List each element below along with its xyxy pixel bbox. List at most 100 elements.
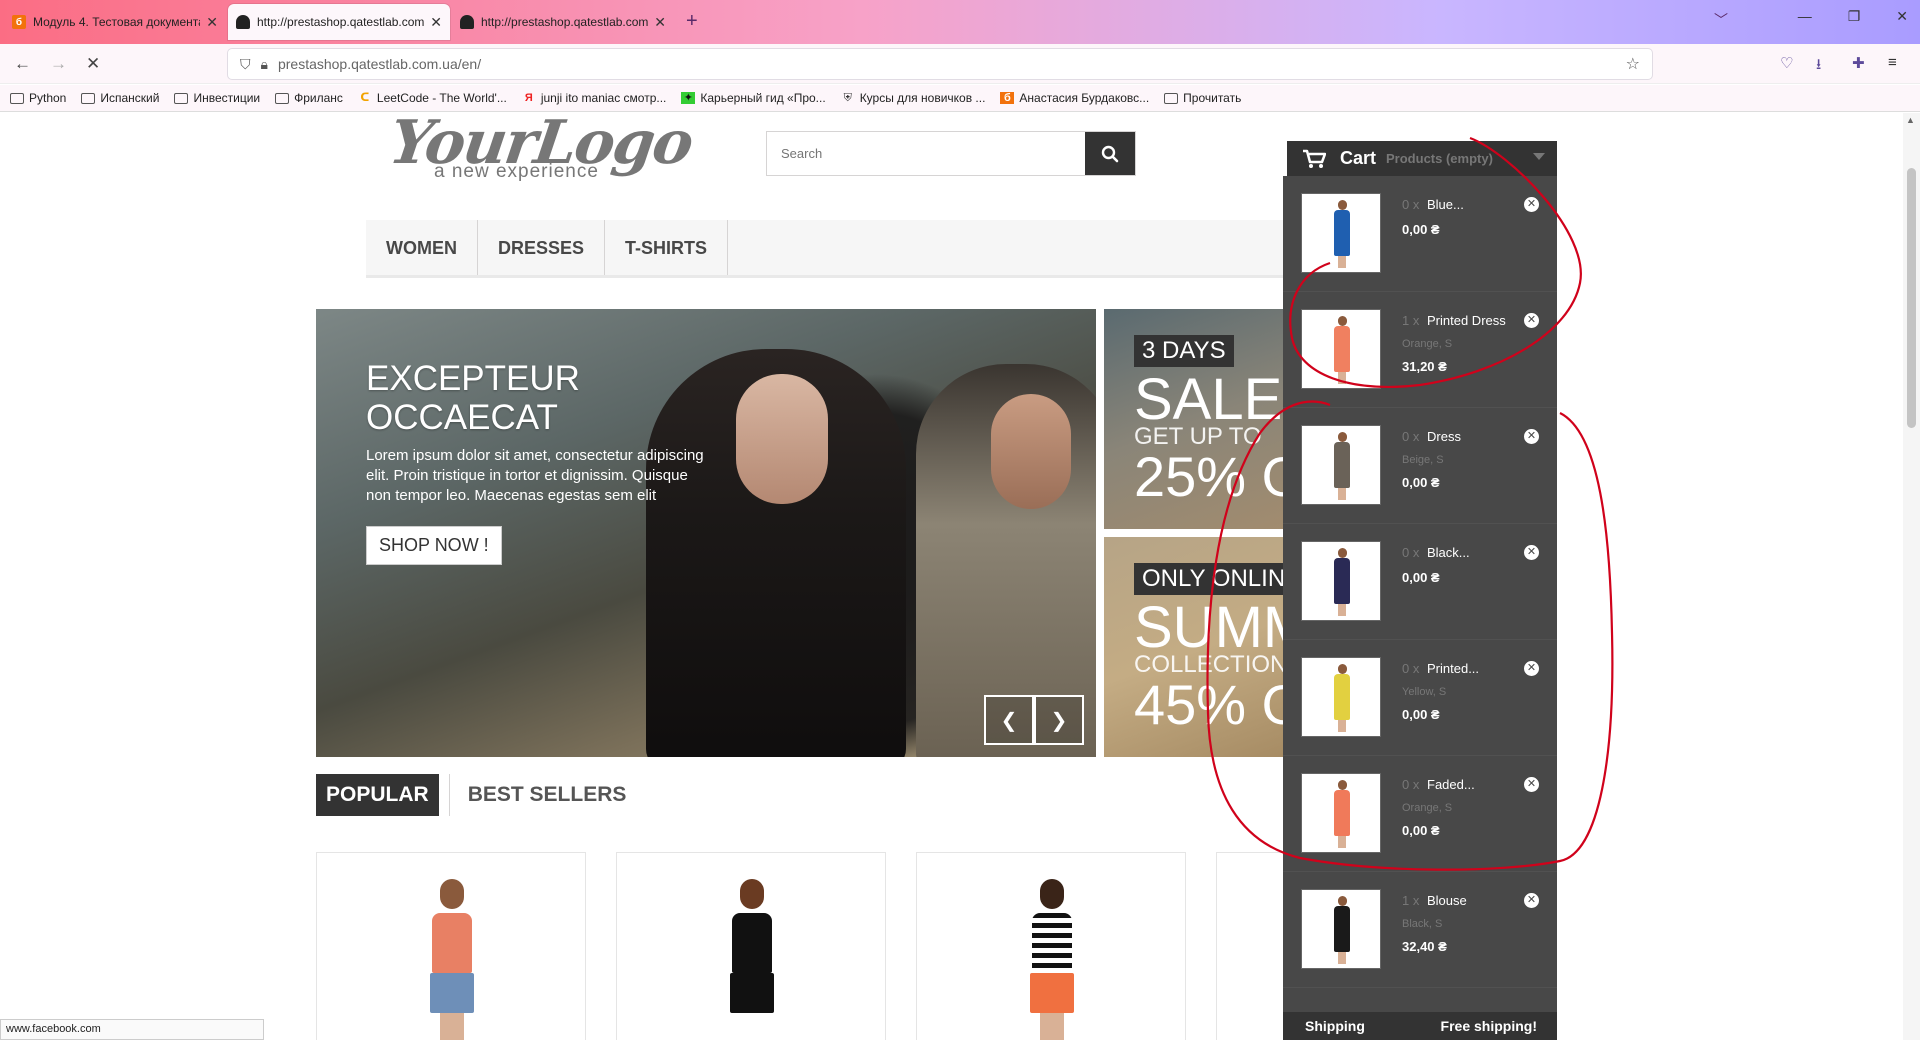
- tab-favicon-icon: [460, 15, 474, 29]
- pocket-icon[interactable]: ♡: [1780, 54, 1793, 72]
- bookmark-item[interactable]: б Анастасия Бурдаковс...: [1000, 91, 1149, 105]
- shipping-value: Free shipping!: [1440, 1018, 1537, 1034]
- menu-item-dresses[interactable]: DRESSES: [478, 220, 606, 275]
- remove-item-icon[interactable]: ✕: [1524, 197, 1539, 212]
- tab-close-icon[interactable]: ✕: [430, 14, 442, 31]
- bookmark-item[interactable]: Испанский: [81, 91, 159, 105]
- product-image[interactable]: [722, 879, 782, 1040]
- page-scrollbar[interactable]: ▲: [1903, 113, 1920, 1040]
- browser-navigation-bar: ← → ✕ ⛉ 🔒︎ prestashop.qatestlab.com.ua/e…: [0, 44, 1920, 84]
- remove-item-icon[interactable]: ✕: [1524, 429, 1539, 444]
- lock-icon[interactable]: 🔒︎: [261, 56, 268, 73]
- bookmark-item[interactable]: ✦ Карьерный гид «Про...: [681, 91, 826, 105]
- tab-popular[interactable]: POPULAR: [316, 774, 439, 816]
- cart-item-name[interactable]: Printed...: [1427, 661, 1479, 676]
- bookmark-item[interactable]: Python: [10, 91, 66, 105]
- tab-list-chevron-icon[interactable]: ﹀: [1714, 10, 1728, 30]
- downloads-icon[interactable]: ⭳: [1816, 54, 1821, 79]
- search-input[interactable]: [767, 132, 1085, 175]
- menu-item-women[interactable]: WOMEN: [366, 220, 478, 275]
- new-tab-icon[interactable]: +: [686, 10, 698, 33]
- cart-item-thumbnail[interactable]: [1301, 541, 1381, 621]
- shop-now-button[interactable]: SHOP NOW !: [366, 526, 502, 565]
- bookmark-label: Инвестиции: [193, 91, 261, 105]
- promo-banner-summer[interactable]: ONLY ONLIN SUMM COLLECTION 45% O: [1104, 537, 1304, 757]
- cart-item-thumbnail[interactable]: [1301, 425, 1381, 505]
- cart-item-thumbnail[interactable]: [1301, 309, 1381, 389]
- remove-item-icon[interactable]: ✕: [1524, 777, 1539, 792]
- remove-item-icon[interactable]: ✕: [1524, 545, 1539, 560]
- window-close-icon[interactable]: ✕: [1896, 8, 1908, 25]
- tab-favicon-icon: [236, 15, 250, 29]
- cart-item-name[interactable]: Blue...: [1427, 197, 1464, 212]
- shield-icon: ⛨: [843, 92, 852, 104]
- minimize-icon[interactable]: —: [1798, 8, 1812, 25]
- tab-title: http://prestashop.qatestlab.com: [481, 15, 649, 29]
- product-card[interactable]: [916, 852, 1186, 1040]
- bookmark-item[interactable]: Фриланс: [275, 91, 343, 105]
- menu-hamburger-icon[interactable]: ≡: [1888, 54, 1897, 71]
- cart-button[interactable]: Cart Products (empty): [1287, 141, 1557, 176]
- cart-item-thumbnail[interactable]: [1301, 657, 1381, 737]
- tab-close-icon[interactable]: ✕: [206, 14, 218, 31]
- search-button[interactable]: [1085, 132, 1135, 175]
- bookmark-star-icon[interactable]: ☆: [1626, 54, 1640, 74]
- shop-logo[interactable]: YourLogo a new experience: [385, 113, 696, 183]
- bookmark-item[interactable]: Прочитать: [1164, 91, 1241, 105]
- shield-icon[interactable]: ⛉: [240, 56, 251, 73]
- slider-next-icon[interactable]: ❯: [1034, 695, 1084, 745]
- cart-item-attributes: Orange, S: [1402, 802, 1453, 814]
- browser-tab[interactable]: б Модуль 4. Тестовая документа ✕: [4, 4, 226, 40]
- cart-item-name[interactable]: Blouse: [1427, 893, 1467, 908]
- remove-item-icon[interactable]: ✕: [1524, 661, 1539, 676]
- tab-close-icon[interactable]: ✕: [654, 14, 666, 31]
- browser-tab-active[interactable]: http://prestashop.qatestlab.com ✕: [228, 4, 450, 40]
- product-image[interactable]: [1022, 879, 1082, 1040]
- cart-item-name[interactable]: Printed Dress: [1427, 313, 1506, 328]
- bookmark-item[interactable]: ᑕ LeetCode - The World'...: [358, 91, 506, 105]
- slider-photo-woman-face: [736, 374, 828, 504]
- banner-big-text: SUMM: [1134, 595, 1304, 660]
- cart-item: 0 x Printed... Yellow, S 0,00 ₴ ✕: [1283, 640, 1557, 756]
- cart-item-name[interactable]: Black...: [1427, 545, 1470, 560]
- tab-title: Модуль 4. Тестовая документа: [33, 15, 201, 29]
- stop-loading-icon[interactable]: ✕: [86, 54, 100, 74]
- slider-title-line: OCCAECAT: [366, 398, 558, 437]
- cart-item-qty: 0 x: [1402, 545, 1420, 560]
- bookmark-item[interactable]: ⛨ Курсы для новичков ...: [841, 91, 986, 105]
- bookmarks-bar: Python Испанский Инвестиции Фриланс ᑕ Lee…: [0, 85, 1920, 112]
- tab-best-sellers[interactable]: BEST SELLERS: [448, 774, 637, 816]
- product-card[interactable]: [616, 852, 886, 1040]
- bookmark-item[interactable]: Инвестиции: [174, 91, 260, 105]
- banner-tag: 3 DAYS: [1134, 335, 1234, 367]
- bookmark-item[interactable]: Яjunji ito maniac смотр...: [522, 91, 667, 105]
- restore-icon[interactable]: ❐: [1848, 8, 1861, 25]
- slider-arrows: ❮ ❯: [984, 695, 1084, 745]
- cart-item-name[interactable]: Faded...: [1427, 777, 1475, 792]
- cart-item-thumbnail[interactable]: [1301, 773, 1381, 853]
- remove-item-icon[interactable]: ✕: [1524, 313, 1539, 328]
- cart-item-thumbnail[interactable]: [1301, 193, 1381, 273]
- cart-item: 0 x Dress Beige, S 0,00 ₴ ✕: [1283, 408, 1557, 524]
- product-image[interactable]: [422, 879, 482, 1040]
- extensions-icon[interactable]: ✚: [1852, 54, 1865, 72]
- forward-icon[interactable]: →: [50, 54, 67, 74]
- address-bar[interactable]: ⛉ 🔒︎ prestashop.qatestlab.com.ua/en/ ☆: [228, 49, 1652, 79]
- scroll-up-icon[interactable]: ▲: [1906, 115, 1915, 125]
- cart-shipping-row: Shipping Free shipping!: [1283, 1012, 1557, 1040]
- remove-item-icon[interactable]: ✕: [1524, 893, 1539, 908]
- promo-banner-sale[interactable]: 3 DAYS SALE GET UP TO 25% O: [1104, 309, 1304, 529]
- scrollbar-thumb[interactable]: [1907, 168, 1916, 428]
- bookmark-label: Анастасия Бурдаковс...: [1019, 91, 1150, 105]
- url-text[interactable]: prestashop.qatestlab.com.ua/en/: [278, 56, 481, 72]
- tab-title: http://prestashop.qatestlab.com: [257, 15, 425, 29]
- browser-tab[interactable]: http://prestashop.qatestlab.com ✕: [452, 4, 674, 40]
- cart-item-name[interactable]: Dress: [1427, 429, 1461, 444]
- menu-item-tshirts[interactable]: T-SHIRTS: [605, 220, 729, 275]
- product-card[interactable]: [316, 852, 586, 1040]
- back-icon[interactable]: ←: [14, 54, 31, 74]
- slider-prev-icon[interactable]: ❮: [984, 695, 1034, 745]
- cart-item-thumbnail[interactable]: [1301, 889, 1381, 969]
- slider-text: Lorem ipsum dolor sit amet, consectetur …: [366, 447, 704, 504]
- logo-sub-text: a new experience: [434, 161, 599, 182]
